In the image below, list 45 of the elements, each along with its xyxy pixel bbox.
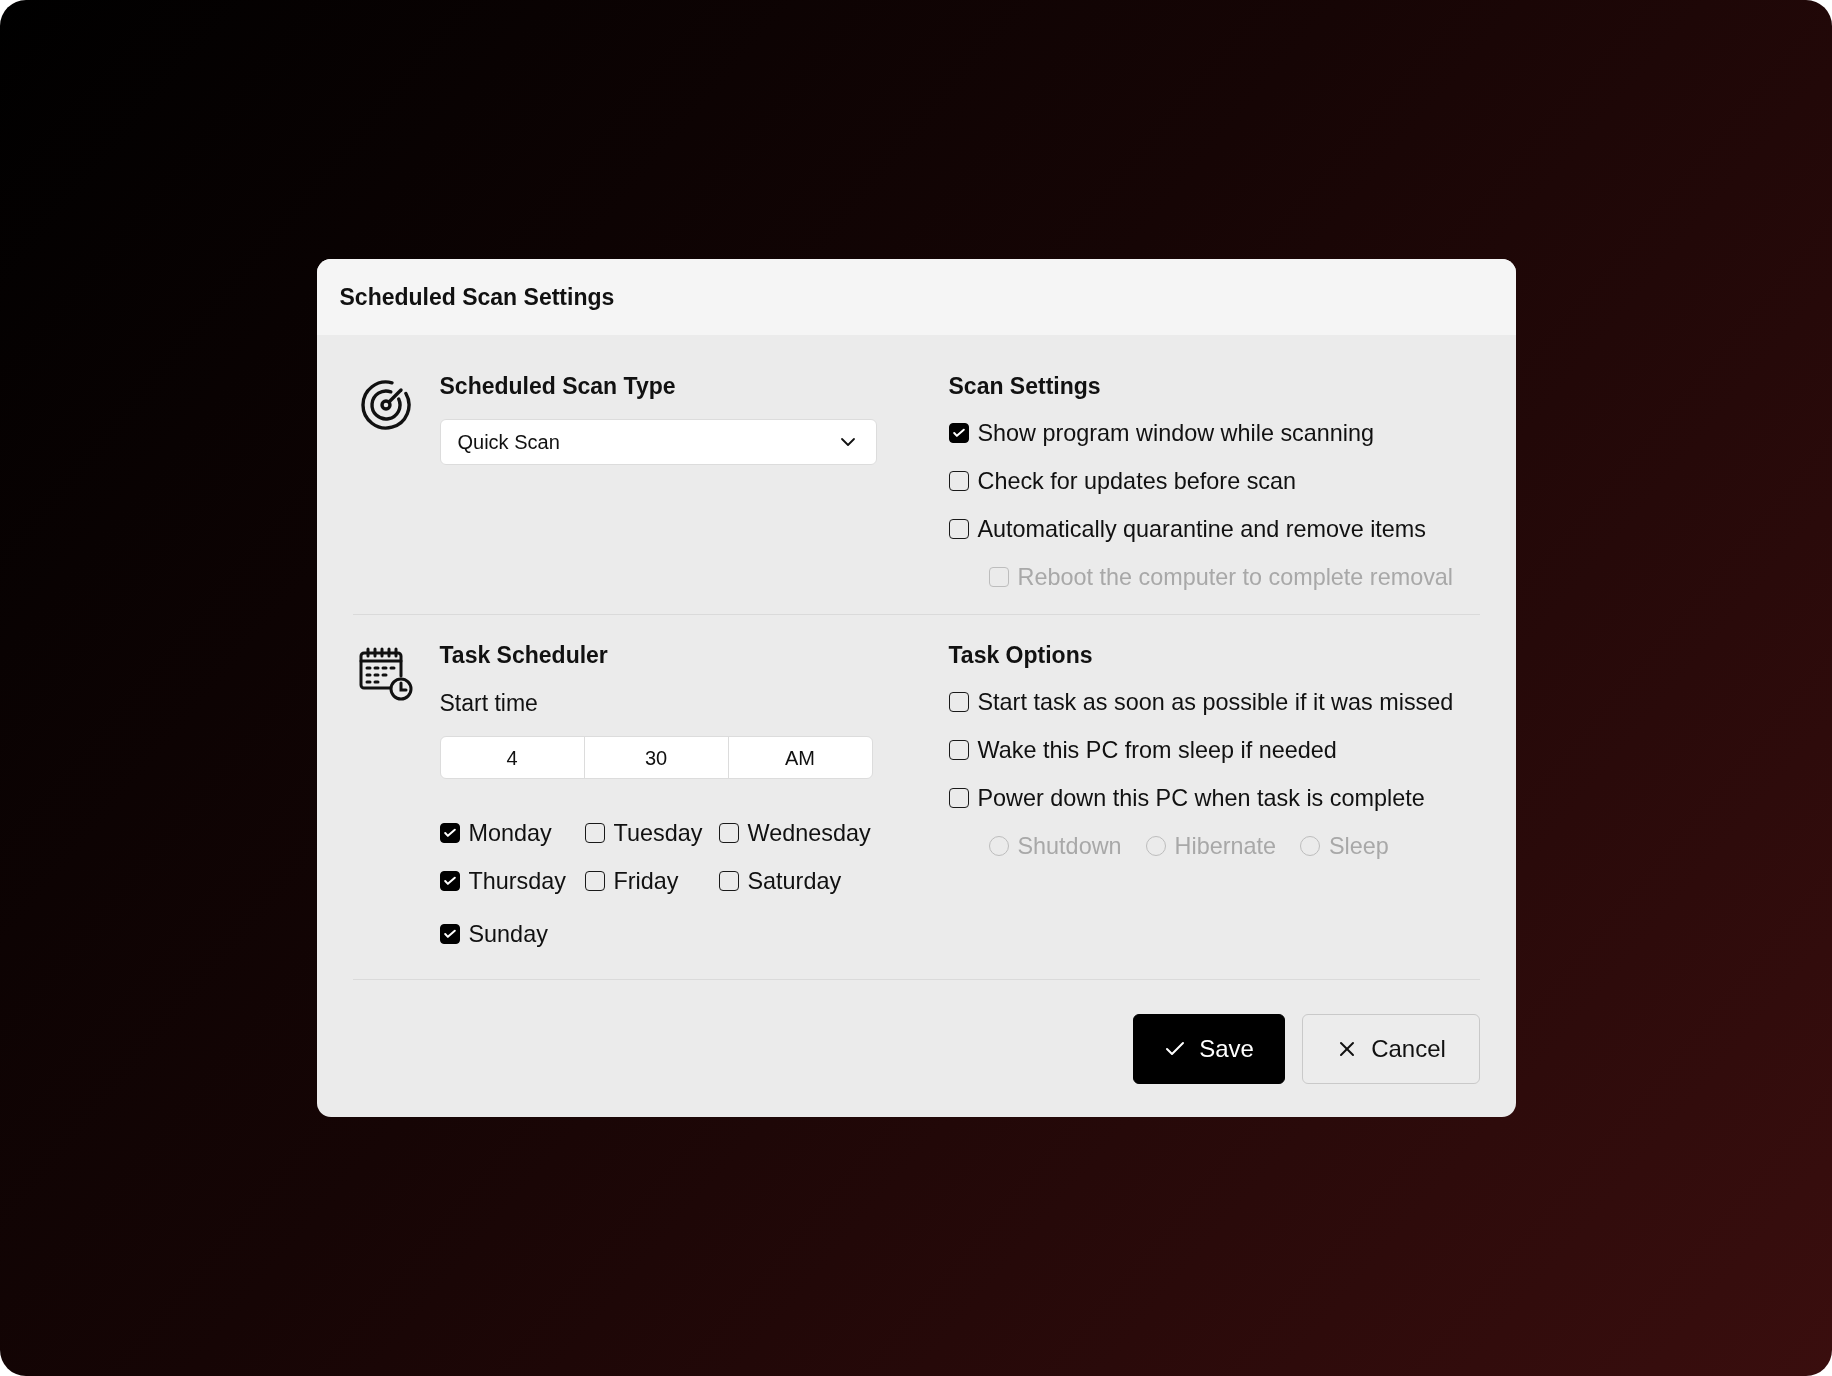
option-label: Show program window while scanning [977, 419, 1375, 447]
option-label: Power down this PC when task is complete [977, 784, 1425, 812]
day-label: Saturday [747, 867, 842, 895]
scan-type-dropdown[interactable]: Quick Scan [439, 419, 877, 465]
checkmark-icon [443, 828, 456, 838]
section-heading: Task Scheduler [439, 641, 608, 669]
checkbox[interactable] [439, 924, 460, 944]
checkbox[interactable] [584, 871, 605, 891]
calendar-clock-icon [357, 646, 414, 702]
section-heading: Scan Settings [948, 372, 1101, 400]
option-label: Check for updates before scan [977, 467, 1297, 495]
checkbox[interactable] [948, 423, 969, 443]
target-icon [358, 378, 413, 432]
day-label: Thursday [468, 867, 566, 895]
option-label: Reboot the computer to complete removal [1017, 563, 1454, 591]
section-heading: Task Options [948, 641, 1093, 669]
checkbox[interactable] [439, 871, 460, 891]
start-time-label: Start time [439, 689, 538, 717]
cancel-button[interactable]: Cancel [1301, 1014, 1480, 1084]
checkbox[interactable] [439, 823, 460, 843]
option-label: Start task as soon as possible if it was missed [977, 688, 1454, 716]
option-label: Automatically quarantine and remove items [977, 515, 1427, 543]
day-label: Sunday [468, 920, 548, 948]
checkbox[interactable] [948, 519, 969, 539]
option-label: Wake this PC from sleep if needed [977, 736, 1337, 764]
day-label: Tuesday [613, 819, 703, 847]
checkmark-icon [443, 929, 456, 939]
checkmark-icon [443, 876, 456, 886]
option-label: Hibernate [1174, 832, 1276, 860]
day-label: Friday [613, 867, 679, 895]
checkbox[interactable] [584, 823, 605, 843]
save-button[interactable]: Save [1132, 1014, 1285, 1084]
dialog-title: Scheduled Scan Settings [339, 282, 615, 312]
checkbox[interactable] [718, 871, 739, 891]
checkmark-icon [952, 428, 965, 438]
option-label: Sleep [1328, 832, 1389, 860]
checkbox[interactable] [948, 740, 969, 760]
section-heading: Scheduled Scan Type [439, 372, 676, 400]
checkbox[interactable] [948, 692, 969, 712]
day-label: Monday [468, 819, 552, 847]
checkbox[interactable] [948, 788, 969, 808]
option-label: Shutdown [1017, 832, 1122, 860]
checkbox[interactable] [948, 471, 969, 491]
checkbox[interactable] [718, 823, 739, 843]
day-label: Wednesday [747, 819, 871, 847]
